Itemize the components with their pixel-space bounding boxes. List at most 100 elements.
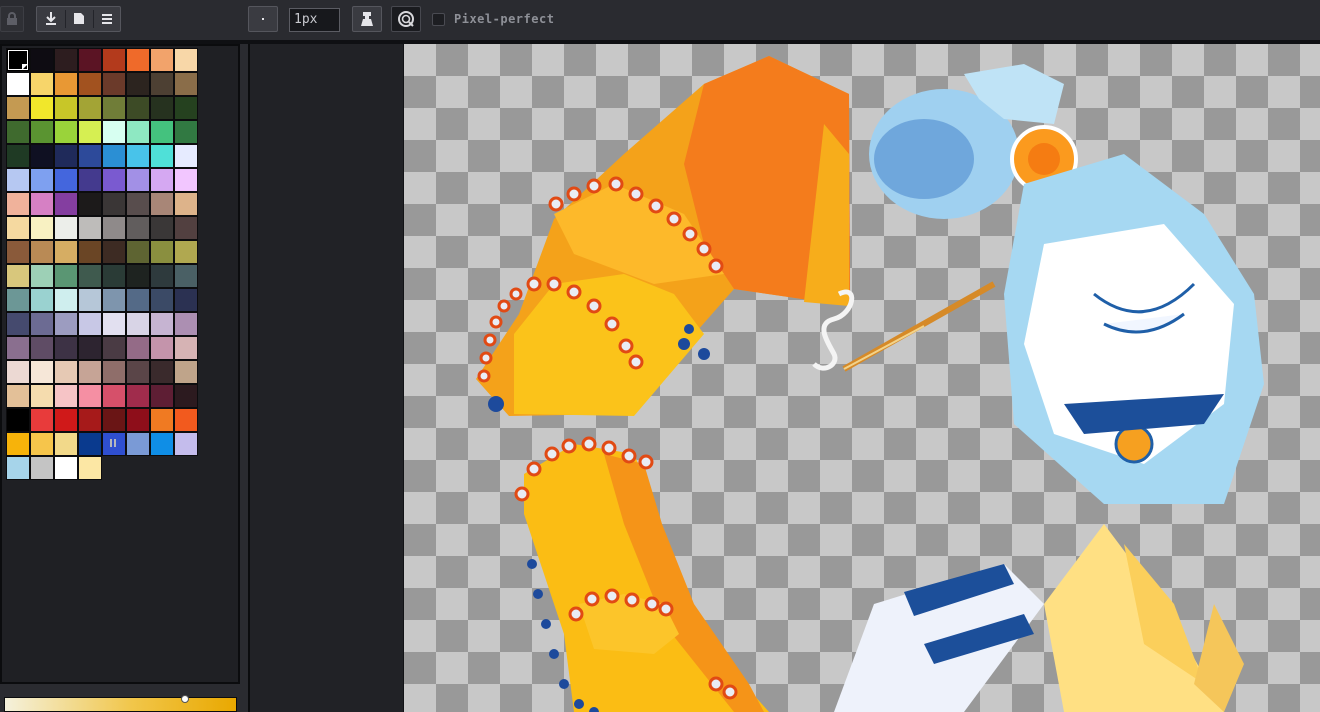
palette-swatch[interactable] bbox=[78, 192, 102, 216]
palette-swatch[interactable] bbox=[30, 144, 54, 168]
palette-swatch[interactable] bbox=[78, 312, 102, 336]
palette-swatch[interactable] bbox=[78, 240, 102, 264]
palette-swatch[interactable] bbox=[30, 168, 54, 192]
palette-swatch[interactable] bbox=[174, 384, 198, 408]
sprite-canvas[interactable] bbox=[404, 44, 1320, 712]
palette-swatch[interactable] bbox=[102, 336, 126, 360]
palette-swatch[interactable] bbox=[126, 168, 150, 192]
palette-swatch[interactable] bbox=[126, 144, 150, 168]
palette-swatch[interactable] bbox=[54, 288, 78, 312]
palette-swatch[interactable] bbox=[150, 240, 174, 264]
palette-swatch[interactable] bbox=[54, 120, 78, 144]
palette-swatch[interactable] bbox=[30, 312, 54, 336]
palette-swatch[interactable] bbox=[54, 216, 78, 240]
palette-swatch[interactable] bbox=[54, 192, 78, 216]
palette-swatch[interactable] bbox=[54, 168, 78, 192]
color-gradient-slider[interactable] bbox=[4, 695, 237, 712]
palette-swatch[interactable] bbox=[102, 72, 126, 96]
palette-swatch[interactable] bbox=[78, 384, 102, 408]
palette-swatch[interactable] bbox=[54, 360, 78, 384]
palette-swatch[interactable] bbox=[126, 216, 150, 240]
palette-swatch[interactable] bbox=[6, 360, 30, 384]
palette-swatch[interactable] bbox=[126, 408, 150, 432]
palette-swatch[interactable] bbox=[30, 336, 54, 360]
palette-swatch[interactable] bbox=[6, 192, 30, 216]
palette-swatch[interactable] bbox=[54, 432, 78, 456]
symmetry-button[interactable] bbox=[391, 6, 421, 32]
palette-swatch[interactable] bbox=[150, 264, 174, 288]
palette-swatch[interactable] bbox=[150, 144, 174, 168]
palette-swatch[interactable] bbox=[126, 120, 150, 144]
menu-button[interactable] bbox=[93, 7, 121, 31]
palette-swatch[interactable] bbox=[102, 360, 126, 384]
palette-swatch[interactable] bbox=[150, 96, 174, 120]
palette-swatch[interactable] bbox=[174, 360, 198, 384]
palette-swatch[interactable] bbox=[174, 216, 198, 240]
palette-swatch[interactable] bbox=[174, 336, 198, 360]
palette-swatch[interactable] bbox=[6, 168, 30, 192]
palette-swatch[interactable] bbox=[126, 48, 150, 72]
palette-swatch[interactable] bbox=[6, 240, 30, 264]
palette-swatch[interactable] bbox=[102, 120, 126, 144]
palette-swatch[interactable] bbox=[78, 216, 102, 240]
palette-swatch[interactable] bbox=[126, 240, 150, 264]
palette-swatch[interactable] bbox=[126, 312, 150, 336]
palette-swatch[interactable] bbox=[102, 264, 126, 288]
palette-swatch[interactable] bbox=[78, 288, 102, 312]
palette-swatch[interactable] bbox=[102, 48, 126, 72]
palette-swatch[interactable] bbox=[54, 264, 78, 288]
brush-size-field[interactable]: 1px bbox=[289, 8, 340, 32]
palette-swatch[interactable] bbox=[30, 264, 54, 288]
palette-swatch[interactable] bbox=[126, 384, 150, 408]
palette-swatch[interactable] bbox=[54, 240, 78, 264]
palette-swatch[interactable] bbox=[174, 432, 198, 456]
palette-swatch[interactable] bbox=[6, 432, 30, 456]
palette-swatch[interactable] bbox=[102, 408, 126, 432]
palette-swatch[interactable] bbox=[150, 432, 174, 456]
palette-swatch[interactable] bbox=[6, 96, 30, 120]
palette-swatch[interactable] bbox=[150, 168, 174, 192]
palette-swatch[interactable] bbox=[6, 120, 30, 144]
palette-swatch[interactable] bbox=[54, 408, 78, 432]
palette-swatch[interactable] bbox=[174, 288, 198, 312]
palette-swatch[interactable] bbox=[102, 192, 126, 216]
palette-swatch[interactable] bbox=[174, 192, 198, 216]
palette-swatch[interactable] bbox=[150, 72, 174, 96]
palette-swatch[interactable] bbox=[78, 48, 102, 72]
palette-swatch[interactable] bbox=[78, 72, 102, 96]
palette-swatch[interactable] bbox=[126, 288, 150, 312]
palette-swatch[interactable] bbox=[30, 432, 54, 456]
palette-swatch[interactable] bbox=[6, 384, 30, 408]
palette-swatch[interactable] bbox=[150, 120, 174, 144]
palette-swatch[interactable] bbox=[126, 336, 150, 360]
palette-swatch[interactable] bbox=[102, 288, 126, 312]
palette-swatch[interactable] bbox=[126, 360, 150, 384]
palette-swatch[interactable] bbox=[30, 96, 54, 120]
palette-swatch[interactable] bbox=[78, 96, 102, 120]
palette-swatch[interactable] bbox=[6, 264, 30, 288]
palette-swatch[interactable] bbox=[150, 408, 174, 432]
palette-swatch[interactable] bbox=[30, 384, 54, 408]
palette-swatch[interactable] bbox=[78, 456, 102, 480]
palette-swatch[interactable] bbox=[150, 48, 174, 72]
palette-swatch[interactable] bbox=[54, 384, 78, 408]
palette-swatch[interactable] bbox=[174, 72, 198, 96]
palette-swatch[interactable] bbox=[102, 96, 126, 120]
palette-swatch[interactable] bbox=[30, 288, 54, 312]
palette-swatch[interactable] bbox=[6, 408, 30, 432]
palette-swatch[interactable] bbox=[126, 192, 150, 216]
palette-swatch[interactable] bbox=[126, 264, 150, 288]
palette-swatch[interactable] bbox=[102, 384, 126, 408]
palette-swatch[interactable] bbox=[30, 456, 54, 480]
save-button[interactable] bbox=[65, 7, 93, 31]
palette-swatch[interactable] bbox=[78, 120, 102, 144]
palette-swatch[interactable] bbox=[174, 120, 198, 144]
palette-swatch[interactable] bbox=[102, 240, 126, 264]
palette-swatch[interactable] bbox=[126, 432, 150, 456]
palette-swatch[interactable] bbox=[6, 336, 30, 360]
pixel-perfect-checkbox[interactable] bbox=[432, 12, 445, 26]
export-button[interactable] bbox=[37, 7, 65, 31]
palette-swatch[interactable] bbox=[174, 168, 198, 192]
palette-swatch[interactable] bbox=[150, 312, 174, 336]
pixel-perfect-toggle[interactable]: Pixel-perfect bbox=[432, 12, 554, 26]
